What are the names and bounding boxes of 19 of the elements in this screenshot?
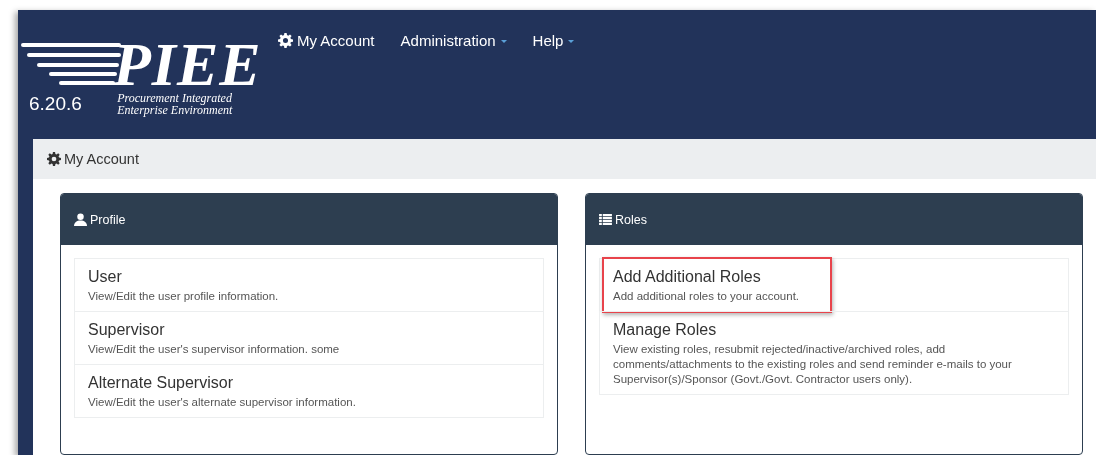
nav-link[interactable]: Help [532,32,575,49]
gear-icon [278,33,293,48]
panel-title: Profile [90,212,126,227]
panel-title: Roles [615,212,647,227]
logo-subtitle: Procurement Integrated [117,92,233,104]
list-item[interactable]: Manage Roles View existing roles, resubmit rejected/inactive/archived roles, add comments/attachments to the existing roles and send reminder e-mails to your Supervisor(s)/Sponsor (Govt./Govt. Contractor users only). [599,311,1069,395]
version-number: 6.20.6 [29,93,83,115]
logo-subtitle: Enterprise Environment [117,104,234,116]
list-item[interactable]: User View/Edit the user profile information. [74,258,544,312]
list-item[interactable]: Add Additional Roles Add additional roles to your account. [599,258,1069,312]
list-item[interactable]: Alternate Supervisor View/Edit the user's alternate supervisor information. [74,364,544,418]
logo-title: PIEE [113,36,262,92]
list-icon [599,214,612,225]
page-heading: My Account [64,151,139,167]
gear-icon [47,152,61,166]
nav-link[interactable]: Administration [400,32,507,49]
nav-link[interactable]: My Account [278,32,375,49]
list-item[interactable]: Supervisor View/Edit the user's supervisor information. some [74,311,544,365]
user-icon [74,213,87,226]
